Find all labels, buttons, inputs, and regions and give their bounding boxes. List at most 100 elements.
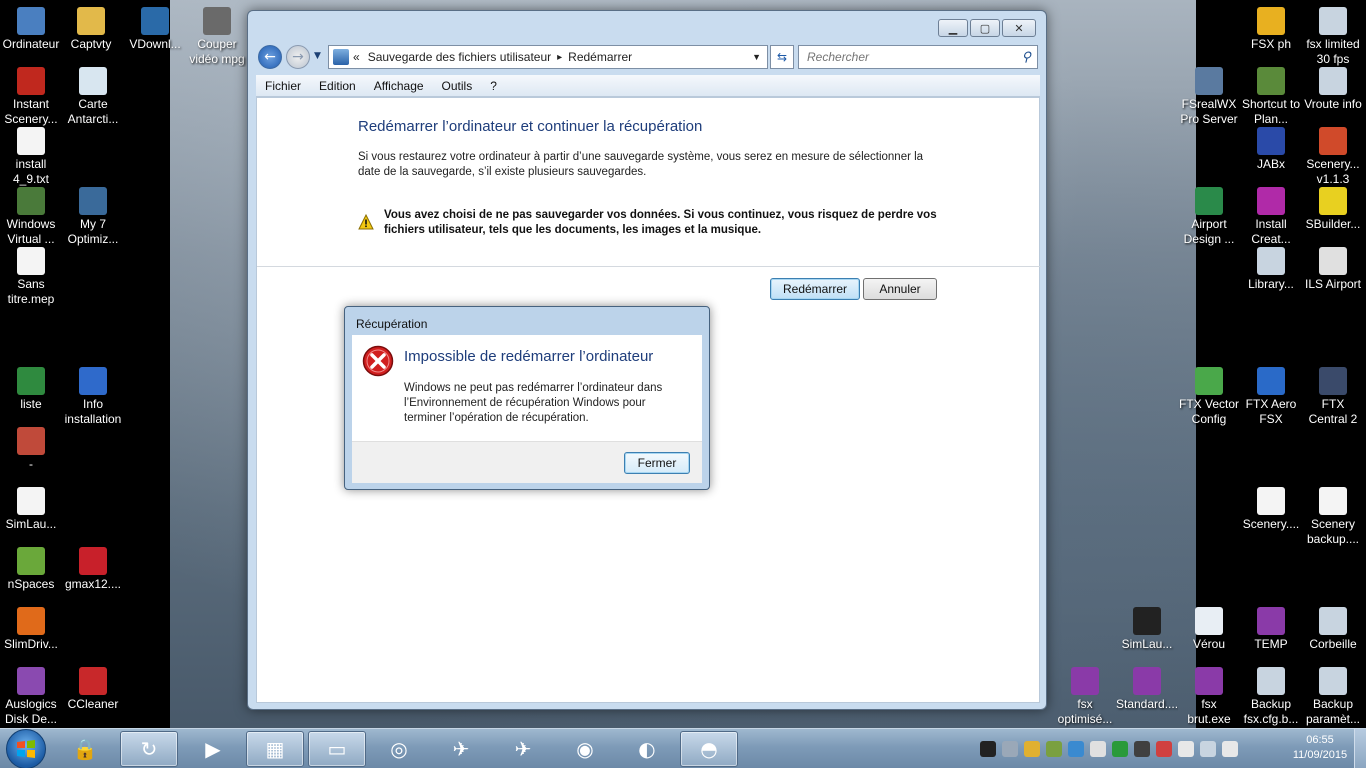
desktop-icon[interactable]: Instant Scenery... (0, 67, 62, 127)
taskbar-ftx-central[interactable]: ◎ (370, 731, 428, 767)
show-desktop-button[interactable] (1354, 729, 1366, 768)
taskbar-firefox[interactable]: ◐ (618, 731, 676, 767)
desktop-icon[interactable]: Corbeille (1302, 607, 1364, 652)
tray-icon[interactable] (1090, 741, 1106, 757)
desktop-icon[interactable]: nSpaces (0, 547, 62, 592)
forward-button[interactable]: → (286, 45, 310, 69)
tray-icon[interactable] (1156, 741, 1172, 757)
desktop-icon[interactable]: VDownl... (124, 7, 186, 52)
maximize-button[interactable]: ▢ (970, 19, 1000, 37)
desktop-icon[interactable]: Scenery... v1.1.3 (1302, 127, 1364, 187)
desktop-icon[interactable]: SlimDriv... (0, 607, 62, 652)
breadcrumb-prefix[interactable]: « (353, 50, 360, 64)
desktop-icon[interactable]: SBuilder... (1302, 187, 1364, 232)
ftx-aero-icon (1257, 367, 1285, 395)
recent-pages-dropdown[interactable]: ▼ (314, 51, 321, 61)
tray-icon[interactable] (1222, 741, 1238, 757)
search-icon[interactable]: ⚲ (1021, 49, 1031, 65)
desktop-icon[interactable]: Airport Design ... (1178, 187, 1240, 247)
desktop-icon[interactable]: Install Creat... (1240, 187, 1302, 247)
desktop-icon[interactable]: SimLau... (1116, 607, 1178, 652)
taskbar-simulator[interactable]: ✈ (432, 731, 490, 767)
minimize-button[interactable]: ▁ (938, 19, 968, 37)
desktop-icon[interactable]: install 4_9.txt (0, 127, 62, 187)
menu-edit[interactable]: Edition (310, 79, 365, 93)
tray-icon[interactable] (1178, 741, 1194, 757)
desktop-icon[interactable]: My 7 Optimiz... (62, 187, 124, 247)
desktop-icon[interactable]: Library... (1240, 247, 1302, 292)
desktop-icon[interactable]: Standard.... (1116, 667, 1178, 712)
desktop-icon[interactable]: Scenery.... (1240, 487, 1302, 532)
taskbar-media-player[interactable]: ▶ (184, 731, 242, 767)
taskbar-google-earth[interactable]: ◉ (556, 731, 614, 767)
desktop-icon[interactable]: Backup fsx.cfg.b... (1240, 667, 1302, 727)
desktop-icon[interactable]: ILS Airport (1302, 247, 1364, 292)
ftx-vector-icon (1195, 367, 1223, 395)
back-button[interactable]: ← (258, 45, 282, 69)
menu-help[interactable]: ? (481, 79, 506, 93)
taskbar-other-app[interactable]: ◓ (680, 731, 738, 767)
desktop-icon[interactable]: Carte Antarcti... (62, 67, 124, 127)
refresh-button[interactable]: ⇆ (770, 45, 794, 69)
breadcrumb-restart[interactable]: Redémarrer (568, 50, 632, 64)
tray-icon[interactable] (1024, 741, 1040, 757)
desktop-icon[interactable]: fsx optimisé... (1054, 667, 1116, 727)
start-button[interactable] (6, 729, 46, 768)
taskbar-control-panel[interactable]: ▦ (246, 731, 304, 767)
taskbar-file-explorer[interactable]: ▭ (308, 731, 366, 767)
desktop-icon[interactable]: Ordinateur (0, 7, 62, 52)
clock[interactable]: 06:55 11/09/2015 (1290, 733, 1350, 763)
desktop-icon[interactable]: Sans titre.mep (0, 247, 62, 307)
desktop-icon[interactable]: FSX ph (1240, 7, 1302, 52)
tray-icon[interactable] (1068, 741, 1084, 757)
desktop-icon[interactable]: CCleaner (62, 667, 124, 712)
desktop-icon-label: nSpaces (7, 577, 55, 591)
address-bar[interactable]: « Sauvegarde des fichiers utilisateur ▸ … (328, 45, 768, 69)
tray-icon[interactable] (1134, 741, 1150, 757)
taskbar-flight-app[interactable]: ✈ (494, 731, 552, 767)
desktop-icon[interactable]: liste (0, 367, 62, 412)
breadcrumb-separator[interactable]: ▸ (557, 52, 562, 63)
desktop-icon[interactable]: fsx limited 30 fps (1302, 7, 1364, 67)
desktop-icon[interactable]: TEMP (1240, 607, 1302, 652)
desktop-icon[interactable]: - (0, 427, 62, 472)
tray-icon[interactable] (1002, 741, 1018, 757)
chevron-down-icon[interactable]: ▼ (752, 52, 761, 62)
close-button[interactable]: Fermer (624, 452, 690, 474)
taskbar-lock-app[interactable]: 🔒 (56, 731, 114, 767)
desktop-icon[interactable]: FTX Vector Config (1178, 367, 1240, 427)
desktop-icon[interactable]: Vroute info (1302, 67, 1364, 112)
tray-icon[interactable] (1112, 741, 1128, 757)
desktop-icon[interactable]: Shortcut to Plan... (1240, 67, 1302, 127)
taskbar-backup-app[interactable]: ↻ (120, 731, 178, 767)
desktop-icon[interactable]: Captvty (60, 7, 122, 52)
desktop-icon[interactable]: Windows Virtual ... (0, 187, 62, 247)
search-input[interactable] (807, 50, 1007, 64)
desktop-icon[interactable]: fsx brut.exe (1178, 667, 1240, 727)
desktop-icon[interactable]: FSrealWX Pro Server (1178, 67, 1240, 127)
desktop-icon[interactable]: FTX Aero FSX (1240, 367, 1302, 427)
close-window-button[interactable]: ✕ (1002, 19, 1036, 37)
menu-tools[interactable]: Outils (433, 79, 482, 93)
desktop-icon[interactable]: SimLau... (0, 487, 62, 532)
breadcrumb-backup[interactable]: Sauvegarde des fichiers utilisateur (368, 50, 551, 64)
desktop-icon[interactable]: Couper vidéo mpg (186, 7, 248, 67)
desktop-icon[interactable]: JABx (1240, 127, 1302, 172)
desktop-icon[interactable]: FTX Central 2 (1302, 367, 1364, 427)
tray-icon[interactable] (1046, 741, 1062, 757)
tray-icon[interactable] (980, 741, 996, 757)
restart-button[interactable]: Redémarrer (770, 278, 860, 300)
desktop-icon[interactable]: Scenery backup.... (1302, 487, 1364, 547)
desktop-icon[interactable]: Auslogics Disk De... (0, 667, 62, 727)
desktop-icon[interactable]: Vérou (1178, 607, 1240, 652)
menu-view[interactable]: Affichage (365, 79, 433, 93)
desktop-icon[interactable]: Backup paramèt... (1302, 667, 1364, 727)
menu-file[interactable]: Fichier (256, 79, 310, 93)
cancel-button[interactable]: Annuler (863, 278, 937, 300)
desktop-icon-label: Vroute info (1304, 97, 1362, 111)
tray-icon[interactable] (1200, 741, 1216, 757)
desktop-icon[interactable]: Info installation (62, 367, 124, 427)
search-box: ⚲ (798, 45, 1038, 69)
dialog-body: Impossible de redémarrer l’ordinateur Wi… (352, 335, 702, 441)
desktop-icon[interactable]: gmax12.... (62, 547, 124, 592)
